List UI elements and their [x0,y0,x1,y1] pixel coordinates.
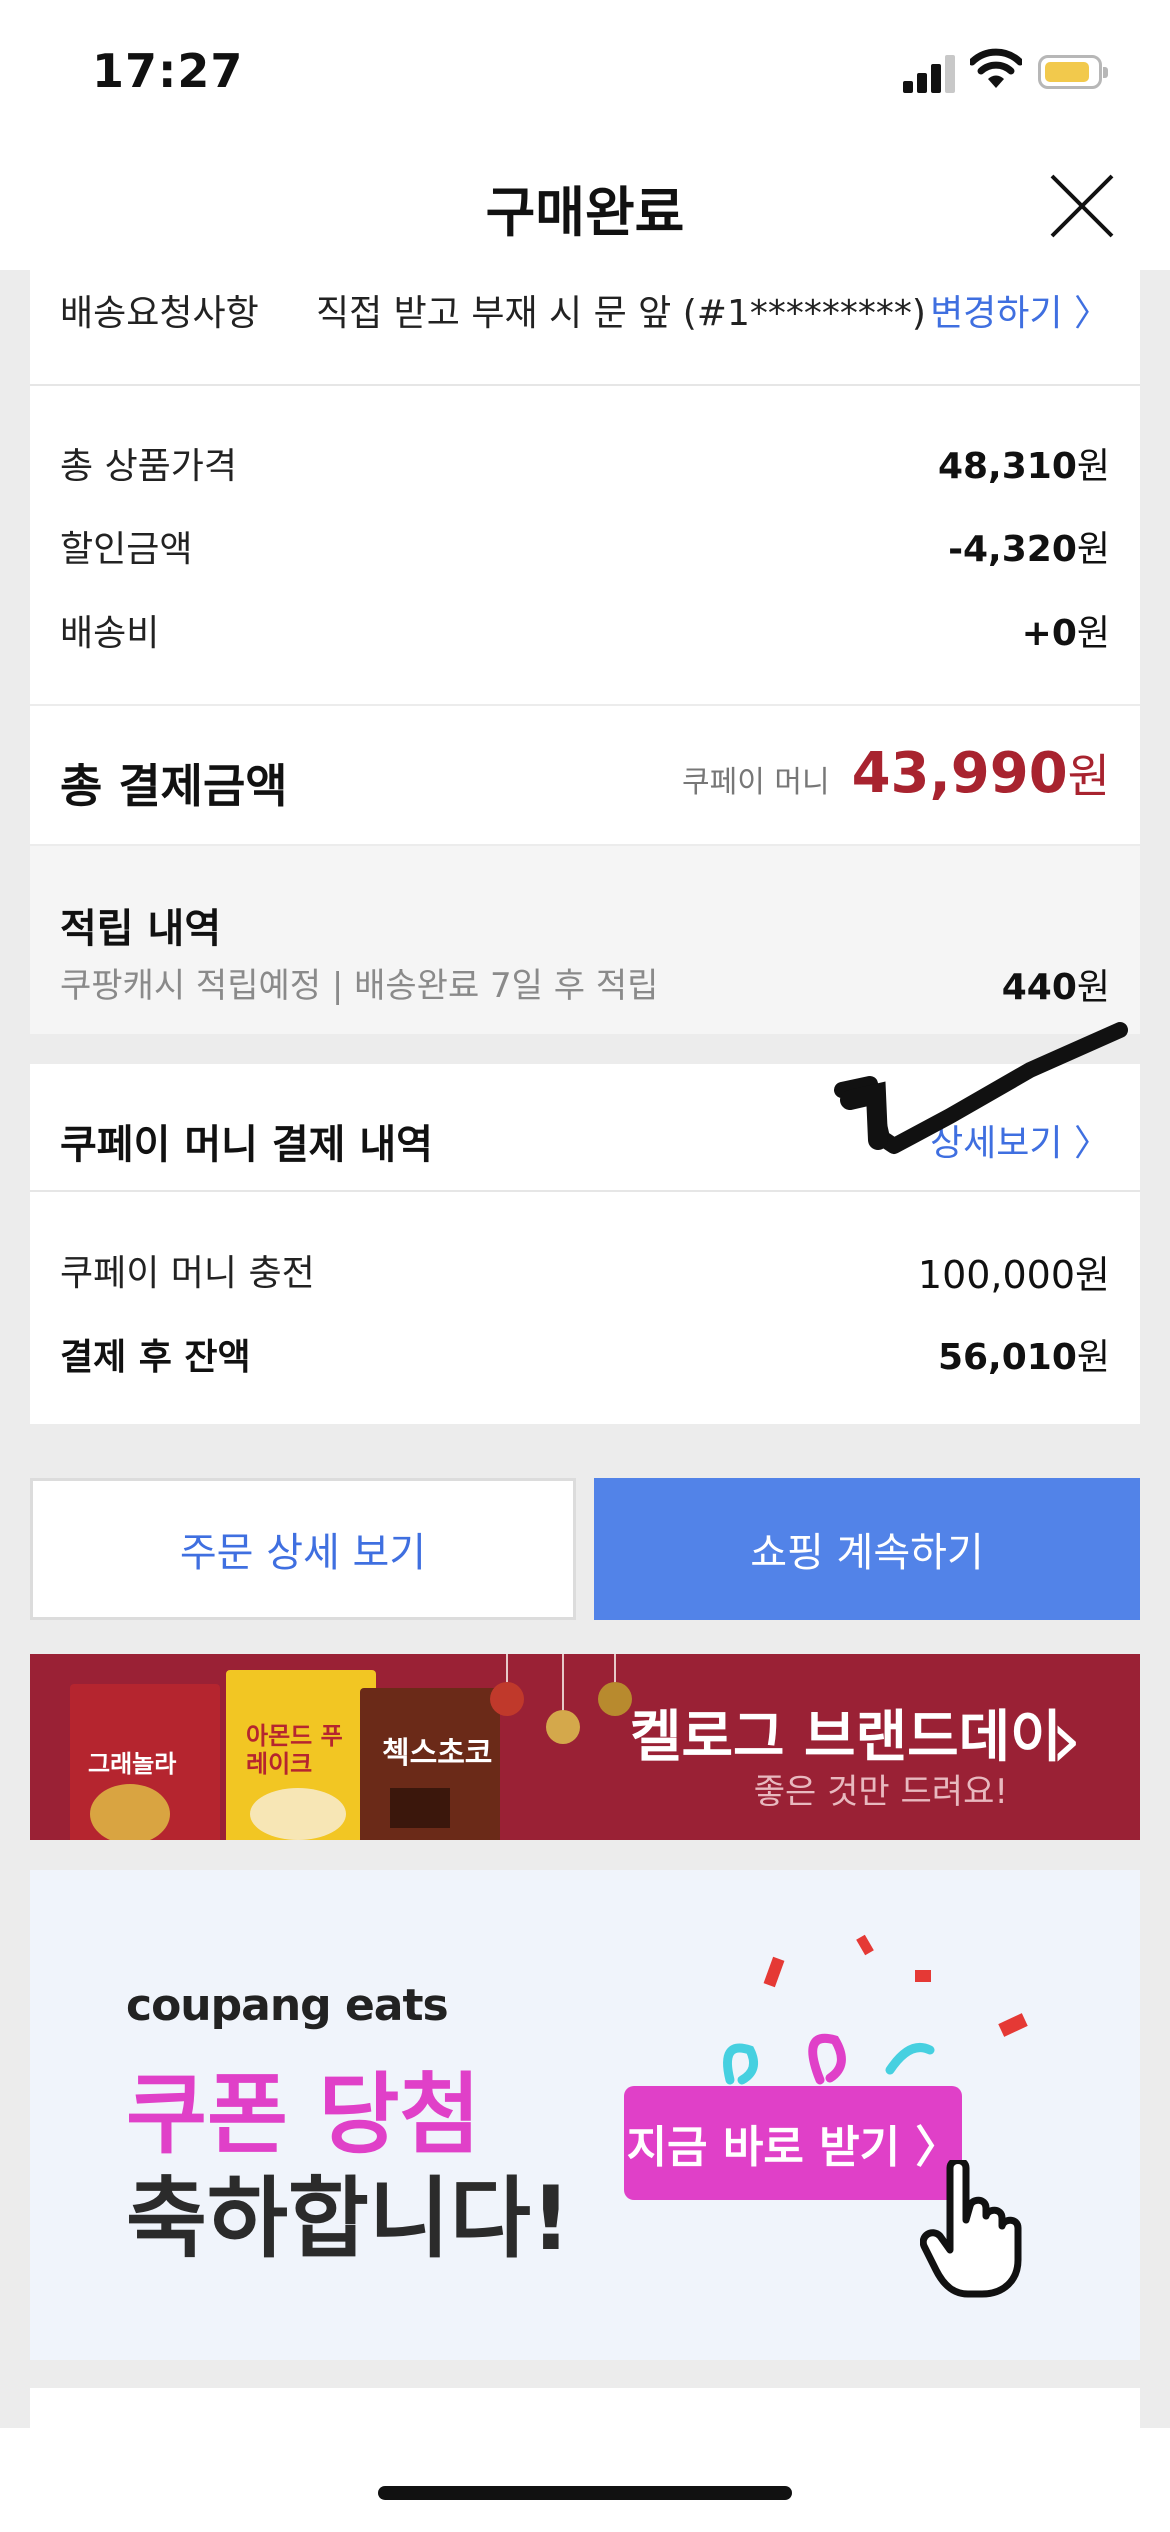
status-bar: 17:27 [0,0,1170,140]
granola-box-image: 그래놀라 [70,1684,220,1840]
ornament-icon [490,1682,524,1716]
shipping-fee-value: +0원 [1021,613,1110,654]
almond-flakes-box-image: 아몬드 푸레이크 [226,1670,376,1840]
coupay-title: 쿠페이 머니 결제 내역 [60,1122,433,1168]
balance-value: 56,010원 [937,1337,1110,1378]
next-card-partial [30,2388,1140,2428]
total-product-price-label: 총 상품가격 [60,446,238,487]
total-payment-label: 총 결제금액 [60,759,288,813]
wifi-icon [970,48,1022,88]
claim-coupon-button[interactable]: 지금 바로 받기 〉 [624,2086,962,2200]
divider [30,1190,1140,1192]
shipping-fee-label: 배송비 [60,613,160,654]
status-time: 17:27 [92,44,244,98]
kellogg-banner-subtitle: 좋은 것만 드려요! [753,1772,1008,1812]
divider [30,384,1140,386]
delivery-request-label: 배송요청사항 [60,293,259,334]
order-detail-button[interactable]: 주문 상세 보기 [30,1478,576,1620]
checkmark-scribble-icon [834,1022,1128,1154]
coupay-charge-value: 100,000원 [917,1253,1110,1297]
change-delivery-link[interactable]: 변경하기 〉 [930,284,1110,336]
chevron-right-icon: › [1050,1693,1082,1786]
home-indicator[interactable] [378,2486,792,2500]
total-product-price-value: 48,310원 [937,446,1110,487]
close-icon[interactable] [1048,172,1116,240]
ornament-icon [598,1682,632,1716]
home-indicator-area [0,2428,1170,2532]
payment-method: 쿠페이 머니 [682,765,830,800]
kellogg-banner[interactable]: 그래놀라 아몬드 푸레이크 첵스초코 켈로그 브랜드데이 좋은 것만 드려요! … [30,1654,1140,1840]
kellogg-banner-title: 켈로그 브랜드데이 [630,1705,1062,1770]
total-payment-amount: 쿠페이 머니 43,990 원 [682,740,1110,806]
discount-label: 할인금액 [60,529,193,570]
total-amount-unit: 원 [1067,749,1110,803]
page-title: 구매완료 [485,181,685,244]
confetti-icon [723,1934,1028,2085]
delivery-request-value: 직접 받고 부재 시 문 앞 (#1*********) [316,293,926,334]
congrats-headline: 축하합니다! [126,2167,571,2270]
reward-amount: 440원 [1001,967,1110,1008]
coupay-charge-label: 쿠페이 머니 충전 [60,1253,315,1294]
page-header: 구매완료 [0,140,1170,270]
cellular-signal-icon [903,53,955,93]
ornament-icon [546,1710,580,1744]
reward-title: 적립 내역 [60,906,222,952]
coupang-eats-logo: coupang eats [126,1980,449,2031]
continue-shopping-button[interactable]: 쇼핑 계속하기 [594,1478,1140,1620]
coupang-eats-banner[interactable]: coupang eats 쿠폰 당첨 축하합니다! 지금 바로 받기 〉 [30,1870,1140,2360]
chex-choco-box-image: 첵스초코 [360,1688,500,1840]
reward-desc: 쿠팡캐시 적립예정 | 배송완료 7일 후 적립 [60,966,659,1006]
battery-icon [1038,55,1108,89]
balance-label: 결제 후 잔액 [60,1337,251,1378]
total-amount-number: 43,990 [851,741,1068,806]
discount-value: -4,320원 [948,529,1110,570]
hand-pointer-icon [920,2160,1022,2298]
